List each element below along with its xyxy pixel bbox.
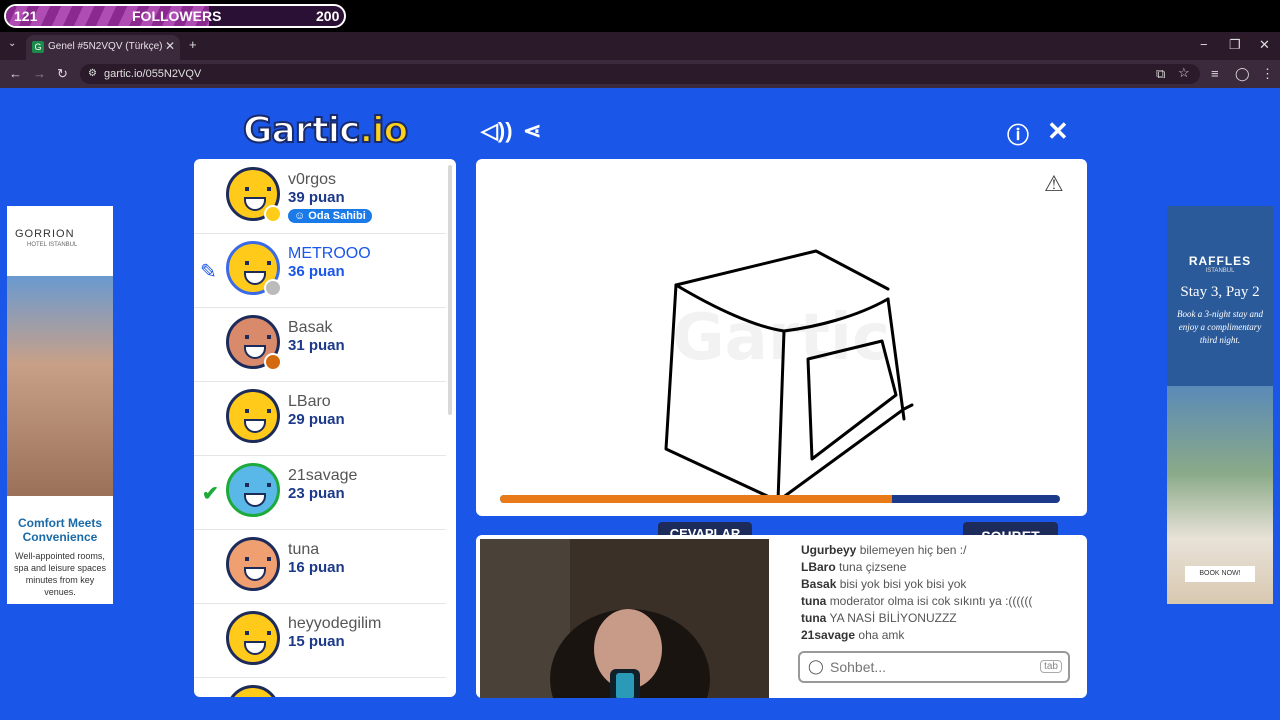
player-row[interactable]: Basak 31 puan xyxy=(194,307,446,382)
close-window-icon[interactable]: ✕ xyxy=(1259,37,1270,53)
back-icon[interactable]: ← xyxy=(9,66,22,81)
gartic-page: Gartic.io ◁)) ⋖ ⓘ ✕ v0rgos 39 puan ☺ Oda… xyxy=(0,88,1280,720)
status-dot xyxy=(264,353,282,371)
player-score: 29 puan xyxy=(288,411,345,428)
ad-left-image xyxy=(7,276,113,496)
followers-goal: 200 xyxy=(316,8,340,24)
followers-label: FOLLOWERS xyxy=(132,8,222,24)
gartic-logo: Gartic.io xyxy=(242,109,409,152)
player-row[interactable]: v0rgos 39 puan ☺ Oda Sahibi xyxy=(194,159,446,234)
bottom-panel: Ugurbeyy bilemeyen hiç ben :/ LBaro tuna… xyxy=(476,535,1087,698)
player-name: heyyodegilim xyxy=(288,615,382,632)
player-name: Basak xyxy=(288,319,333,336)
player-row[interactable]: ✔ 21savage 23 puan xyxy=(194,455,446,530)
browser-tab-strip: ⌄ G Genel #5N2VQV (Türkçe) - Gart ✕ + − … xyxy=(0,32,1280,60)
player-score: 36 puan xyxy=(288,263,345,280)
chat-message: Basak bisi yok bisi yok bisi yok xyxy=(801,577,967,591)
player-score: 23 puan xyxy=(288,485,345,502)
media-icon[interactable]: ≡ xyxy=(1211,66,1219,81)
avatar xyxy=(226,463,280,517)
favicon-icon: G xyxy=(32,41,44,53)
chat-message: 21savage oha amk xyxy=(801,628,905,642)
close-icon[interactable]: ✕ xyxy=(1047,116,1069,147)
owner-badge: ☺ Oda Sahibi xyxy=(288,209,372,223)
url-text: gartic.io/055N2VQV xyxy=(104,68,202,80)
webcam-image xyxy=(480,539,769,698)
tab-title: Genel #5N2VQV (Türkçe) - Gart xyxy=(48,41,166,52)
address-bar-row: ← → ↻ ⚙ gartic.io/055N2VQV ⧉ ☆ ≡ ◯ ⋮ xyxy=(0,60,1280,88)
ad-right-cta[interactable]: BOOK NOW! xyxy=(1185,566,1255,582)
close-tab-icon[interactable]: ✕ xyxy=(165,39,175,53)
ad-left[interactable]: GORRION HOTEL ISTANBUL Comfort Meets Con… xyxy=(7,206,113,604)
sound-icon[interactable]: ◁)) xyxy=(481,118,513,144)
player-name: tuna xyxy=(288,541,320,558)
chat-bubble-icon: ◯ xyxy=(808,658,824,674)
player-score: 31 puan xyxy=(288,337,345,354)
chat-messages: Ugurbeyy bilemeyen hiç ben :/ LBaro tuna… xyxy=(801,543,1071,645)
forward-icon[interactable]: → xyxy=(33,66,46,81)
player-name: 21savage xyxy=(288,467,358,484)
reload-icon[interactable]: ↻ xyxy=(57,66,68,82)
chat-input-box[interactable]: ◯ tab xyxy=(798,651,1070,683)
info-icon[interactable]: ⓘ xyxy=(1007,118,1029,150)
tab-key-hint: tab xyxy=(1040,660,1062,673)
drawing-strokes: Gartic xyxy=(664,249,914,503)
ad-right-body: Book a 3-night stay and enjoy a complime… xyxy=(1177,309,1263,345)
player-name: METROOO xyxy=(288,245,371,262)
install-icon[interactable]: ⧉ xyxy=(1156,66,1165,82)
profile-icon[interactable]: ◯ xyxy=(1235,66,1250,82)
ad-right-brand: RAFFLES xyxy=(1188,254,1252,268)
player-score: 16 puan xyxy=(288,559,345,576)
ad-right-headline: Stay 3, Pay 2 xyxy=(1180,284,1260,300)
browser-tab[interactable]: G Genel #5N2VQV (Türkçe) - Gart ✕ xyxy=(26,35,180,60)
player-score: 15 puan xyxy=(288,633,345,650)
share-icon[interactable]: ⋖ xyxy=(523,118,541,144)
player-name: LBaro xyxy=(288,393,331,410)
player-row[interactable] xyxy=(194,677,446,697)
player-list: v0rgos 39 puan ☺ Oda Sahibi ✎ METROOO 36… xyxy=(194,159,456,697)
ad-left-sub: HOTEL ISTANBUL xyxy=(27,242,78,248)
followers-overlay: 121 FOLLOWERS 200 xyxy=(0,0,1280,32)
chat-message: tuna YA NASİ BİLİYONUZZZ xyxy=(801,611,957,625)
new-tab-icon[interactable]: + xyxy=(189,37,197,52)
url-bar[interactable]: ⚙ gartic.io/055N2VQV xyxy=(80,64,1200,84)
followers-current: 121 xyxy=(14,8,38,24)
timer-bar xyxy=(500,495,1060,503)
player-row[interactable]: tuna 16 puan xyxy=(194,529,446,604)
player-list-scrollbar[interactable] xyxy=(448,165,452,415)
chat-message: tuna moderator olma isi cok sıkıntı ya :… xyxy=(801,594,1033,608)
menu-icon[interactable]: ⋮ xyxy=(1261,66,1274,82)
ad-right[interactable]: RAFFLES ISTANBUL Stay 3, Pay 2 Book a 3-… xyxy=(1167,206,1273,604)
player-row[interactable]: ✎ METROOO 36 puan xyxy=(194,233,446,308)
drawing-canvas[interactable]: ⚠ Gartic xyxy=(476,159,1087,516)
player-name: v0rgos xyxy=(288,171,337,188)
player-row[interactable]: heyyodegilim 15 puan xyxy=(194,603,446,678)
status-dot xyxy=(264,205,282,223)
check-icon: ✔ xyxy=(202,483,219,505)
restore-icon[interactable]: ❐ xyxy=(1229,37,1241,53)
avatar xyxy=(226,389,280,443)
site-info-icon[interactable]: ⚙ xyxy=(88,64,97,84)
ad-right-sub: ISTANBUL xyxy=(1205,268,1235,274)
player-row[interactable]: LBaro 29 puan xyxy=(194,381,446,456)
tab-search-icon[interactable]: ⌄ xyxy=(8,38,16,49)
ad-left-brand: GORRION xyxy=(15,228,75,240)
bookmark-star-icon[interactable]: ☆ xyxy=(1178,65,1190,81)
chat-message: LBaro tuna çizsene xyxy=(801,560,907,574)
player-score: 39 puan xyxy=(288,189,345,206)
timer-fill xyxy=(500,495,892,503)
pencil-icon: ✎ xyxy=(200,261,217,283)
followers-progress: 121 FOLLOWERS 200 xyxy=(4,4,346,28)
minimize-icon[interactable]: − xyxy=(1200,37,1208,52)
avatar xyxy=(226,537,280,591)
chat-message: Ugurbeyy bilemeyen hiç ben :/ xyxy=(801,543,967,557)
avatar xyxy=(226,685,280,697)
chat-input[interactable] xyxy=(828,658,1032,676)
webcam-overlay xyxy=(480,539,769,698)
ad-left-body: Well-appointed rooms, spa and leisure sp… xyxy=(13,551,107,597)
ad-left-headline: Comfort Meets Convenience xyxy=(17,516,102,544)
status-dot xyxy=(264,279,282,297)
avatar xyxy=(226,611,280,665)
